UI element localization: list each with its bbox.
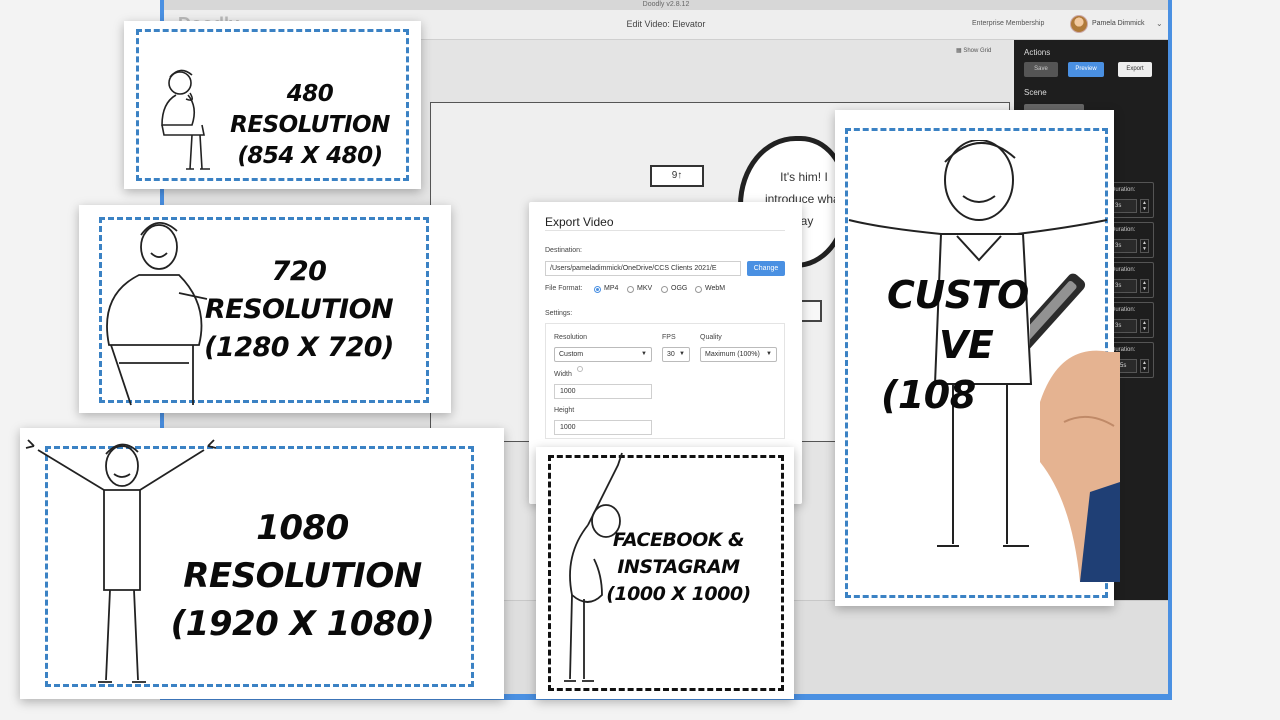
fps-label: FPS [662, 334, 676, 341]
duration-input[interactable]: 3s [1111, 239, 1137, 253]
duration-stepper[interactable]: ▲ ▼ [1140, 239, 1149, 253]
height-field[interactable]: 1000 [554, 420, 652, 435]
card-facebook-instagram: FACEBOOK & INSTAGRAM (1000 X 1000) [536, 447, 794, 699]
card-social-line1: FACEBOOK & [612, 529, 745, 551]
duration-label: Duration: [1111, 187, 1136, 193]
width-field[interactable]: 1000 [554, 384, 652, 399]
hand-with-marker [1030, 273, 1120, 582]
card-720-line1: 720 RESOLUTION [204, 256, 394, 325]
card-1080-resolution: 1080 RESOLUTION (1920 X 1080) [20, 428, 504, 699]
preview-button[interactable]: Preview [1068, 62, 1104, 77]
mp4-radio[interactable] [594, 286, 601, 293]
duration-stepper[interactable]: ▲ ▼ [1140, 199, 1149, 213]
change-destination-button[interactable]: Change [747, 261, 785, 276]
save-button[interactable]: Save [1024, 62, 1058, 77]
card-social-line2: INSTAGRAM [617, 556, 740, 578]
height-label: Height [554, 407, 575, 414]
show-grid-label: Show Grid [963, 48, 992, 54]
quality-value: Maximum (100%) [705, 351, 760, 358]
mp4-label[interactable]: MP4 [604, 285, 618, 292]
card-social-title: FACEBOOK & INSTAGRAM (1000 X 1000) [606, 527, 751, 608]
resolution-select[interactable]: Custom ▼ [554, 347, 652, 362]
card-720-title: 720 RESOLUTION (1280 X 720) [194, 253, 404, 367]
duration-stepper[interactable]: ▲ ▼ [1140, 359, 1149, 373]
card-480-line1: 480 RESOLUTION [230, 81, 390, 138]
quality-label: Quality [700, 334, 722, 341]
duration-input[interactable]: 3s [1111, 199, 1137, 213]
ogg-radio[interactable] [661, 286, 668, 293]
chevron-down-icon: ▼ [679, 351, 685, 357]
thinking-man-illustration [161, 69, 210, 170]
card-480-line2: (854 X 480) [237, 143, 383, 169]
export-button[interactable]: Export [1118, 62, 1152, 77]
card-1080-title: 1080 RESOLUTION (1920 X 1080) [160, 504, 445, 648]
dialog-title: Export Video [545, 215, 614, 229]
fps-value: 30 [667, 351, 675, 358]
card-custom-line2: VE [939, 323, 994, 367]
mkv-label[interactable]: MKV [637, 285, 652, 292]
actions-title: Actions [1024, 48, 1051, 57]
chevron-down-icon: ▼ [766, 351, 772, 357]
show-grid-toggle[interactable]: ▦ Show Grid [956, 47, 991, 54]
card-1080-line1: 1080 RESOLUTION [183, 508, 422, 596]
user-name[interactable]: Pamela Dimmick [1092, 20, 1145, 27]
destination-label: Destination: [545, 247, 582, 254]
scene-title: Scene [1024, 88, 1047, 97]
destination-path-field[interactable]: /Users/pameladimmick/OneDrive/CCS Client… [545, 261, 741, 276]
file-format-label: File Format: [545, 285, 583, 292]
window-title: Doodly v2.8.12 [164, 0, 1168, 10]
duration-stepper[interactable]: ▲ ▼ [1140, 319, 1149, 333]
card-social-line3: (1000 X 1000) [606, 583, 751, 605]
chevron-down-icon: ▼ [641, 351, 647, 357]
mouse-cursor [577, 366, 583, 372]
settings-label: Settings: [545, 310, 573, 317]
card-custom-line1: CUSTO [887, 273, 1029, 317]
fps-select[interactable]: 30 ▼ [662, 347, 690, 362]
chevron-down-icon[interactable]: ⌄ [1156, 19, 1163, 28]
card-480-resolution: 480 RESOLUTION (854 X 480) [124, 21, 421, 189]
elevator-sign: 9↑ [650, 165, 704, 187]
membership-link[interactable]: Enterprise Membership [972, 20, 1044, 27]
resolution-value: Custom [559, 351, 584, 358]
duration-label: Duration: [1111, 227, 1136, 233]
card-custom-title: CUSTO VE (108 [859, 270, 1039, 420]
card-720-resolution: 720 RESOLUTION (1280 X 720) [79, 205, 451, 413]
mkv-radio[interactable] [627, 286, 634, 293]
card-480-title: 480 RESOLUTION (854 X 480) [210, 79, 410, 172]
card-1080-line2: (1920 X 1080) [170, 604, 435, 644]
ogg-label[interactable]: OGG [671, 285, 687, 292]
card-custom-line3: (108 [881, 373, 976, 417]
width-label: Width [554, 371, 572, 378]
card-720-line2: (1280 X 720) [204, 332, 394, 363]
webm-radio[interactable] [695, 286, 702, 293]
settings-group: Resolution Custom ▼ FPS 30 ▼ Quality Max… [545, 323, 785, 439]
duration-stepper[interactable]: ▲ ▼ [1140, 279, 1149, 293]
webm-label[interactable]: WebM [705, 285, 725, 292]
resolution-label: Resolution [554, 334, 588, 341]
divider [545, 230, 785, 231]
avatar[interactable] [1070, 15, 1088, 33]
quality-select[interactable]: Maximum (100%) ▼ [700, 347, 777, 362]
